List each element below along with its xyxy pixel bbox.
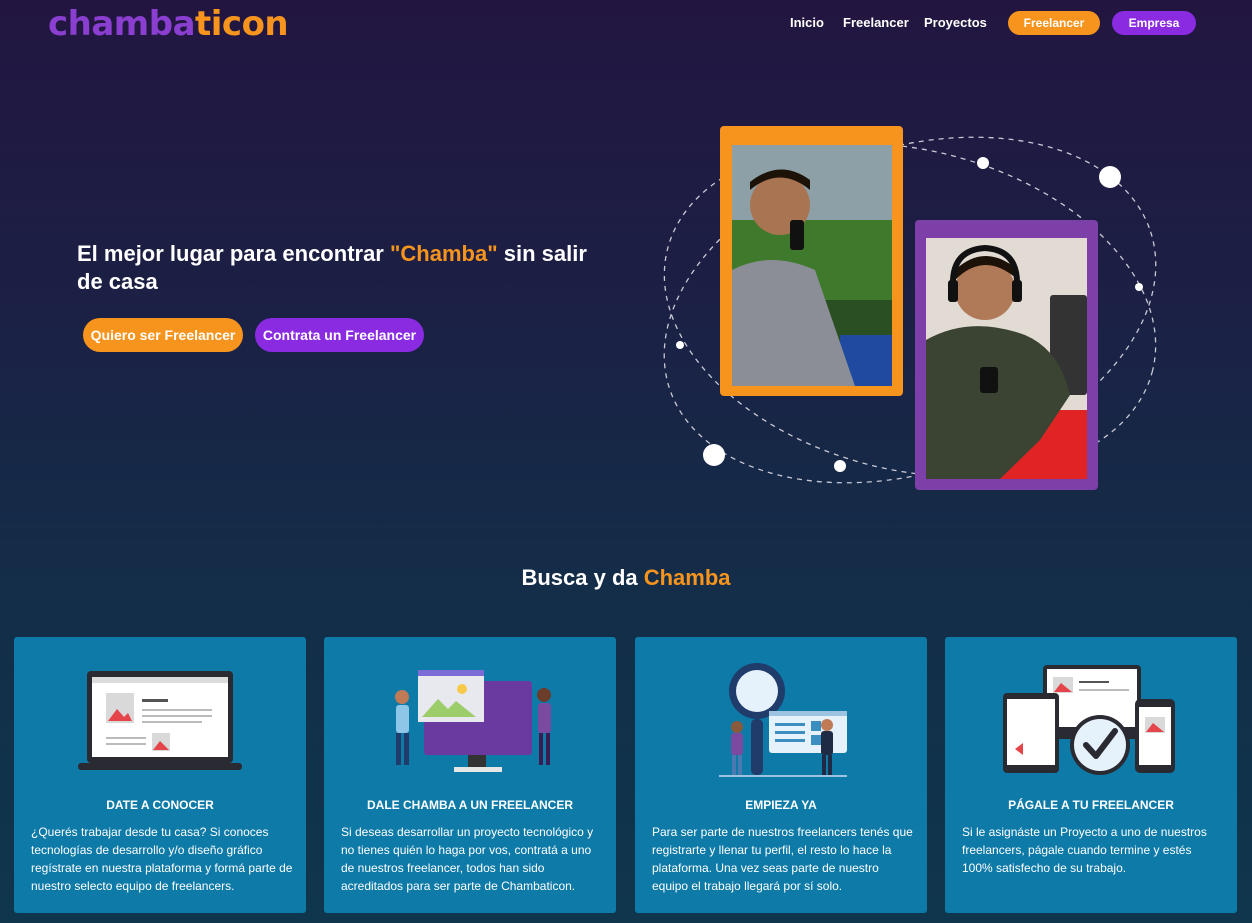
card-title: DALE CHAMBA A UN FREELANCER [367, 798, 573, 812]
nav-empresa-button[interactable]: Empresa [1112, 11, 1196, 35]
nav-link-freelancer[interactable]: Freelancer [843, 15, 909, 30]
hero-illustration [663, 126, 1157, 490]
card-text: Si deseas desarrollar un proyecto tecnol… [341, 825, 594, 893]
section-title: Busca y da Chamba [521, 565, 731, 590]
be-freelancer-button[interactable]: Quiero ser Freelancer [83, 318, 243, 352]
devices-check-icon [1003, 665, 1175, 775]
magnifier-profile-icon [719, 663, 847, 777]
hire-freelancer-button[interactable]: Contrata un Freelancer [255, 318, 424, 352]
nav-link-inicio[interactable]: Inicio [790, 15, 824, 30]
brand-logo[interactable]: chambaticon [48, 4, 289, 44]
top-nav: chambaticon Inicio Freelancer Proyectos … [0, 0, 1252, 48]
card-text: ¿Querés trabajar desde tu casa? Si conoc… [31, 825, 293, 893]
nav-freelancer-button[interactable]: Freelancer [1008, 11, 1100, 35]
card-empieza-ya: EMPIEZA YA Para ser parte de nuestros fr… [635, 637, 927, 913]
card-date-a-conocer: DATE A CONOCER ¿Querés trabajar desde tu… [14, 637, 306, 913]
card-dale-chamba: DALE CHAMBA A UN FREELANCER Si deseas de… [324, 637, 616, 913]
card-text: Si le asignáste un Proyecto a uno de nue… [962, 825, 1207, 875]
laptop-profile-icon [78, 671, 242, 770]
card-pagale: PÁGALE A TU FREELANCER Si le asignáste u… [945, 637, 1237, 913]
card-text: Para ser parte de nuestros freelancers t… [652, 825, 913, 893]
monitor-people-icon [395, 670, 551, 772]
hero-title: El mejor lugar para encontrar "Chamba" s… [77, 241, 587, 294]
card-title: PÁGALE A TU FREELANCER [1008, 798, 1174, 812]
nav-link-proyectos[interactable]: Proyectos [924, 15, 987, 30]
card-title: DATE A CONOCER [106, 798, 214, 812]
card-title: EMPIEZA YA [745, 798, 817, 812]
